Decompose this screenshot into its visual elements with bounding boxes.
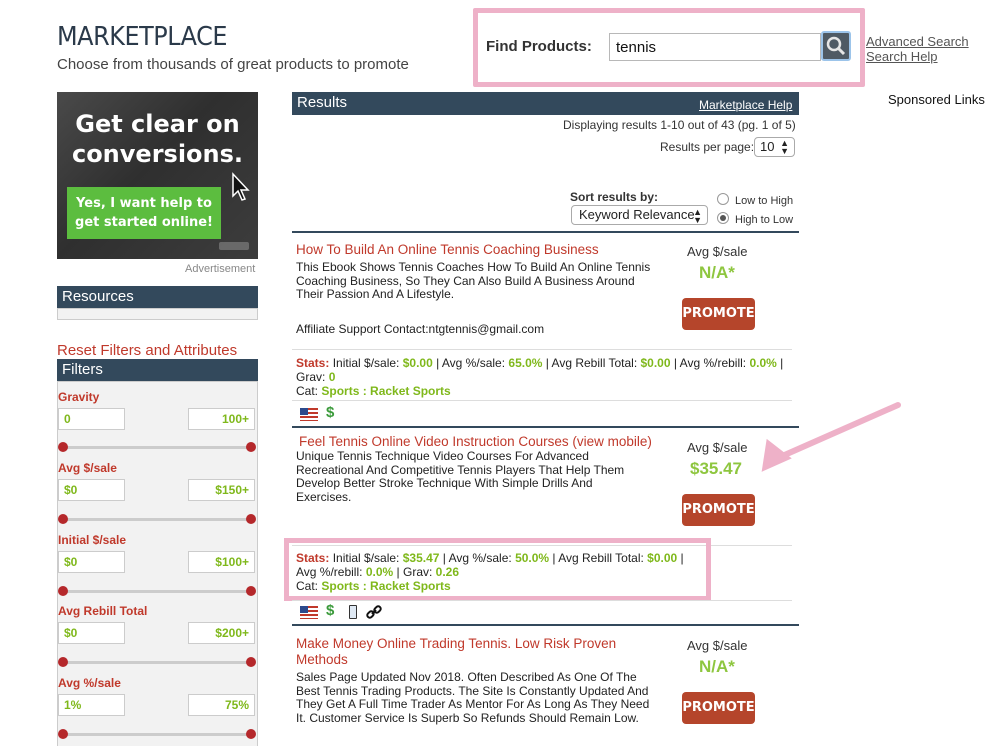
result-title-1[interactable]: How To Build An Online Tennis Coaching B… (296, 242, 661, 258)
pct-sale-min-input[interactable] (58, 694, 125, 716)
slider-handle-min[interactable] (58, 586, 68, 596)
rebill-total-max-input[interactable] (188, 622, 255, 644)
resources-panel (57, 308, 258, 320)
ad-logo (219, 242, 249, 250)
results-count: Displaying results 1-10 out of 43 (pg. 1… (563, 118, 796, 132)
avg-sale-value-2: $35.47 (690, 459, 742, 478)
gravity-max-input[interactable] (188, 408, 255, 430)
us-flag-icon (300, 408, 318, 421)
result-desc-1: This Ebook Shows Tennis Coaches How To B… (296, 260, 651, 301)
rebill-total-min-input[interactable] (58, 622, 125, 644)
per-page-value: 10 (760, 139, 775, 154)
divider (292, 624, 799, 626)
sort-label: Sort results by: (570, 190, 659, 204)
result-stats-1: Stats: Initial $/sale: $0.00 | Avg %/sal… (296, 356, 784, 398)
slider-handle-max[interactable] (246, 657, 256, 667)
dollar-icon: $ (326, 404, 335, 421)
promote-button-3[interactable]: PROMOTE (682, 692, 755, 724)
avg-sale-label-1: Avg $/sale (687, 244, 748, 259)
result-desc-3: Sales Page Updated Nov 2018. Often Descr… (296, 670, 650, 725)
slider-handle-max[interactable] (246, 586, 256, 596)
search-help-link[interactable]: Search Help (866, 49, 938, 64)
avg-sale-slider[interactable] (58, 514, 256, 524)
resources-header[interactable]: Resources (57, 286, 258, 308)
result-affiliate-1: Affiliate Support Contact:ntgtennis@gmai… (296, 322, 545, 336)
initial-sale-slider[interactable] (58, 586, 256, 596)
promote-button-2[interactable]: PROMOTE (682, 494, 755, 526)
slider-handle-min[interactable] (58, 657, 68, 667)
ad-headline: Get clear on conversions. (71, 110, 244, 168)
avg-sale-min-input[interactable] (58, 479, 125, 501)
marketplace-help-link[interactable]: Marketplace Help (699, 98, 792, 112)
avg-sale-label-2: Avg $/sale (687, 440, 748, 455)
slider-handle-min[interactable] (58, 442, 68, 452)
divider (292, 426, 799, 428)
select-arrows-icon: ▲ ▼ (693, 207, 702, 225)
advertisement-caption: Advertisement (185, 263, 256, 275)
page-title: MARKETPLACE (57, 22, 228, 52)
result-title-3[interactable]: Make Money Online Trading Tennis. Low Ri… (296, 636, 636, 668)
annotation-arrow-icon (761, 402, 901, 472)
sort-value: Keyword Relevance (579, 207, 695, 222)
search-button[interactable] (821, 31, 851, 61)
divider (292, 349, 792, 350)
slider-handle-max[interactable] (246, 514, 256, 524)
avg-sale-label-3: Avg $/sale (687, 638, 748, 653)
initial-sale-max-input[interactable] (188, 551, 255, 573)
result-desc-2: Unique Tennis Technique Video Courses Fo… (296, 449, 625, 504)
filter-gravity-label: Gravity (58, 390, 100, 404)
slider-handle-min[interactable] (58, 729, 68, 739)
gravity-slider[interactable] (58, 442, 256, 452)
search-icon (826, 36, 846, 56)
radio-high-to-low-label: High to Low (735, 214, 794, 226)
divider (292, 400, 792, 401)
advertisement-banner[interactable]: Get clear on conversions. Yes, I want he… (57, 92, 258, 259)
ad-cta-button[interactable]: Yes, I want help to get started online! (67, 187, 221, 239)
link-icon (366, 605, 382, 619)
result-title-2[interactable]: Feel Tennis Online Video Instruction Cou… (299, 434, 669, 450)
avg-sale-value-1: N/A* (699, 263, 735, 282)
us-flag-icon (300, 606, 318, 619)
advanced-search-link[interactable]: Advanced Search (866, 34, 969, 49)
initial-sale-min-input[interactable] (58, 551, 125, 573)
filter-pct-sale-label: Avg %/sale (58, 676, 121, 690)
page-subtitle: Choose from thousands of great products … (57, 56, 409, 73)
rebill-total-slider[interactable] (58, 657, 256, 667)
stats-highlight-box (284, 538, 711, 601)
cursor-icon (232, 172, 250, 201)
promote-button-1[interactable]: PROMOTE (682, 298, 755, 330)
dollar-icon: $ (326, 602, 335, 619)
divider (292, 231, 799, 233)
avg-sale-max-input[interactable] (188, 479, 255, 501)
reset-filters-link[interactable]: Reset Filters and Attributes (57, 342, 237, 359)
sponsored-links-label: Sponsored Links (888, 92, 985, 107)
sort-select[interactable]: Keyword Relevance ▲ ▼ (571, 205, 708, 225)
radio-high-to-low[interactable] (717, 212, 729, 224)
radio-low-to-high[interactable] (717, 193, 729, 205)
avg-sale-value-3: N/A* (699, 657, 735, 676)
find-products-label: Find Products: (486, 38, 592, 55)
pct-sale-slider[interactable] (58, 729, 256, 739)
slider-handle-min[interactable] (58, 514, 68, 524)
gravity-min-input[interactable] (58, 408, 125, 430)
results-per-page-label: Results per page: (660, 140, 755, 154)
slider-handle-max[interactable] (246, 729, 256, 739)
filter-rebill-total-label: Avg Rebill Total (58, 604, 148, 618)
divider (292, 600, 792, 601)
pct-sale-max-input[interactable] (188, 694, 255, 716)
slider-handle-max[interactable] (246, 442, 256, 452)
search-input[interactable] (609, 33, 821, 61)
mobile-icon (349, 605, 357, 619)
select-arrows-icon: ▲ ▼ (780, 138, 789, 156)
radio-low-to-high-label: Low to High (735, 195, 794, 207)
filter-avg-sale-label: Avg $/sale (58, 461, 117, 475)
results-per-page-select[interactable]: 10 ▲ ▼ (754, 137, 795, 157)
filters-header: Filters (57, 359, 258, 381)
filter-initial-sale-label: Initial $/sale (58, 533, 127, 547)
